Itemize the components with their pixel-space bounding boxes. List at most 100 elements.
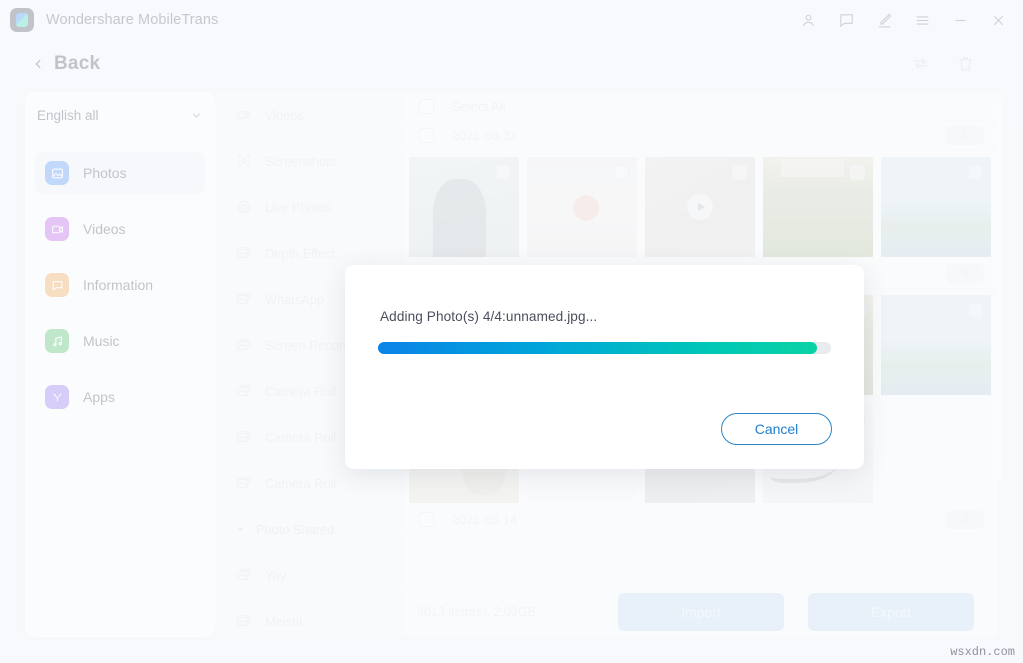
minimize-icon[interactable] xyxy=(951,11,969,29)
album-group-label: Photo Shared xyxy=(256,521,335,537)
close-icon[interactable] xyxy=(989,11,1007,29)
count-badge: 5 xyxy=(946,126,984,145)
apps-icon xyxy=(45,385,69,409)
information-icon xyxy=(45,273,69,297)
back-button[interactable]: Back xyxy=(32,53,100,75)
thumbnail-checkbox[interactable] xyxy=(732,165,747,180)
caret-down-icon xyxy=(235,524,246,535)
sidebar-item-label: Information xyxy=(83,277,154,293)
title-bar: Wondershare MobileTrans xyxy=(0,0,1023,40)
album-item-label: Screenshots xyxy=(265,153,337,169)
album-item-videos[interactable]: Videos xyxy=(215,92,405,138)
album-item-yay[interactable]: Yay xyxy=(215,552,405,598)
count-badge: 9 xyxy=(946,264,984,283)
album-item-label: WhatsApp xyxy=(265,291,325,307)
header-actions xyxy=(911,54,1023,73)
sidebar-item-apps[interactable]: Apps xyxy=(35,376,205,418)
photo-thumbnail[interactable] xyxy=(527,157,637,257)
date-checkbox[interactable] xyxy=(419,128,434,143)
thumbnail-checkbox[interactable] xyxy=(614,165,629,180)
sidebar-item-label: Apps xyxy=(83,389,115,405)
music-icon xyxy=(45,329,69,353)
chevron-left-icon xyxy=(32,56,45,72)
select-all-checkbox[interactable] xyxy=(419,98,434,114)
album-item-label: Camera Roll xyxy=(265,383,337,399)
album-item-screenshots[interactable]: Screenshots xyxy=(215,138,405,184)
video-album-icon xyxy=(235,106,253,124)
edit-icon[interactable] xyxy=(875,11,893,29)
import-button[interactable]: Import xyxy=(618,592,784,631)
progress-bar-fill xyxy=(378,342,818,354)
album-item-label: Live Photos xyxy=(265,199,332,215)
sidebar-item-label: Videos xyxy=(83,221,126,237)
photo-album-icon xyxy=(235,566,253,584)
menu-icon[interactable] xyxy=(913,11,931,29)
sidebar-item-label: Music xyxy=(83,333,120,349)
sidebar-item-videos[interactable]: Videos xyxy=(35,208,205,250)
sidebar-item-label: Photos xyxy=(83,165,127,181)
sidebar-item-photos[interactable]: Photos xyxy=(35,152,205,194)
date-row-last[interactable]: 2021-05-14 3 xyxy=(405,505,998,535)
account-icon[interactable] xyxy=(799,11,817,29)
select-all-label: Select All xyxy=(452,98,506,114)
album-item-live-photos[interactable]: Live Photos xyxy=(215,184,405,230)
video-thumbnail[interactable] xyxy=(645,157,755,257)
progress-message: Adding Photo(s) 4/4:unnamed.jpg... xyxy=(380,309,598,324)
date-checkbox[interactable] xyxy=(419,512,434,527)
date-label: 2021-08-31 xyxy=(452,128,518,143)
feedback-icon[interactable] xyxy=(837,11,855,29)
sidebar-nav: Photos Videos Information Music Apps xyxy=(25,140,215,418)
album-item-label: Depth Effect xyxy=(265,245,336,261)
photo-thumbnail[interactable] xyxy=(881,157,991,257)
photo-thumbnail[interactable] xyxy=(763,157,873,257)
progress-dialog: Adding Photo(s) 4/4:unnamed.jpg... Cance… xyxy=(345,265,864,469)
page-header: Back xyxy=(0,40,1023,87)
thumbnail-checkbox[interactable] xyxy=(850,165,865,180)
back-label: Back xyxy=(54,52,101,74)
sidebar: English all Photos Videos Information Music… xyxy=(25,92,215,637)
chevron-down-icon xyxy=(190,109,203,122)
photo-album-icon xyxy=(235,244,253,262)
photo-album-icon xyxy=(235,474,253,492)
photo-album-icon xyxy=(235,382,253,400)
app-logo-icon xyxy=(10,8,34,32)
app-title: Wondershare MobileTrans xyxy=(46,12,219,28)
photo-album-icon xyxy=(235,428,253,446)
thumbnail-row xyxy=(405,151,998,259)
play-icon[interactable] xyxy=(687,194,713,220)
sidebar-item-music[interactable]: Music xyxy=(35,320,205,362)
bottom-action-bar: 3013 item(s), 2.03GB Import Export xyxy=(405,585,998,637)
language-label: English all xyxy=(37,108,99,123)
album-item-label: Yay xyxy=(265,567,287,583)
trash-icon[interactable] xyxy=(956,54,975,73)
sidebar-item-information[interactable]: Information xyxy=(35,264,205,306)
thumbnail-checkbox[interactable] xyxy=(968,165,983,180)
item-stats: 3013 item(s), 2.03GB xyxy=(417,604,536,619)
album-item-label: Meishi xyxy=(265,613,302,629)
watermark: wsxdn.com xyxy=(950,645,1015,659)
album-item-label: Camera Roll xyxy=(265,475,337,491)
date-label: 2021-05-14 xyxy=(452,512,518,527)
photo-thumbnail[interactable] xyxy=(409,157,519,257)
album-item-label: Videos xyxy=(265,107,304,123)
thumbnail-checkbox[interactable] xyxy=(496,165,511,180)
screenshot-album-icon xyxy=(235,152,253,170)
photo-album-icon xyxy=(235,290,253,308)
album-group-photo-shared[interactable]: Photo Shared xyxy=(215,506,405,552)
livephoto-album-icon xyxy=(235,198,253,216)
date-row[interactable]: 2021-08-31 5 xyxy=(405,121,998,151)
select-all-row[interactable]: Select All xyxy=(405,92,998,121)
thumbnail-checkbox[interactable] xyxy=(968,303,983,318)
refresh-icon[interactable] xyxy=(911,54,930,73)
count-badge: 3 xyxy=(946,510,984,529)
progress-bar-track xyxy=(378,342,831,354)
title-bar-controls xyxy=(799,11,1023,29)
cancel-button[interactable]: Cancel xyxy=(721,413,832,445)
album-item-meishi[interactable]: Meishi xyxy=(215,598,405,637)
content-scrollbar[interactable] xyxy=(998,100,1002,480)
photo-album-icon xyxy=(235,336,253,354)
application-window: Wondershare MobileTrans Back English all… xyxy=(0,0,1023,663)
photo-thumbnail[interactable] xyxy=(881,295,991,395)
language-select[interactable]: English all xyxy=(37,92,203,140)
export-button[interactable]: Export xyxy=(808,592,974,631)
